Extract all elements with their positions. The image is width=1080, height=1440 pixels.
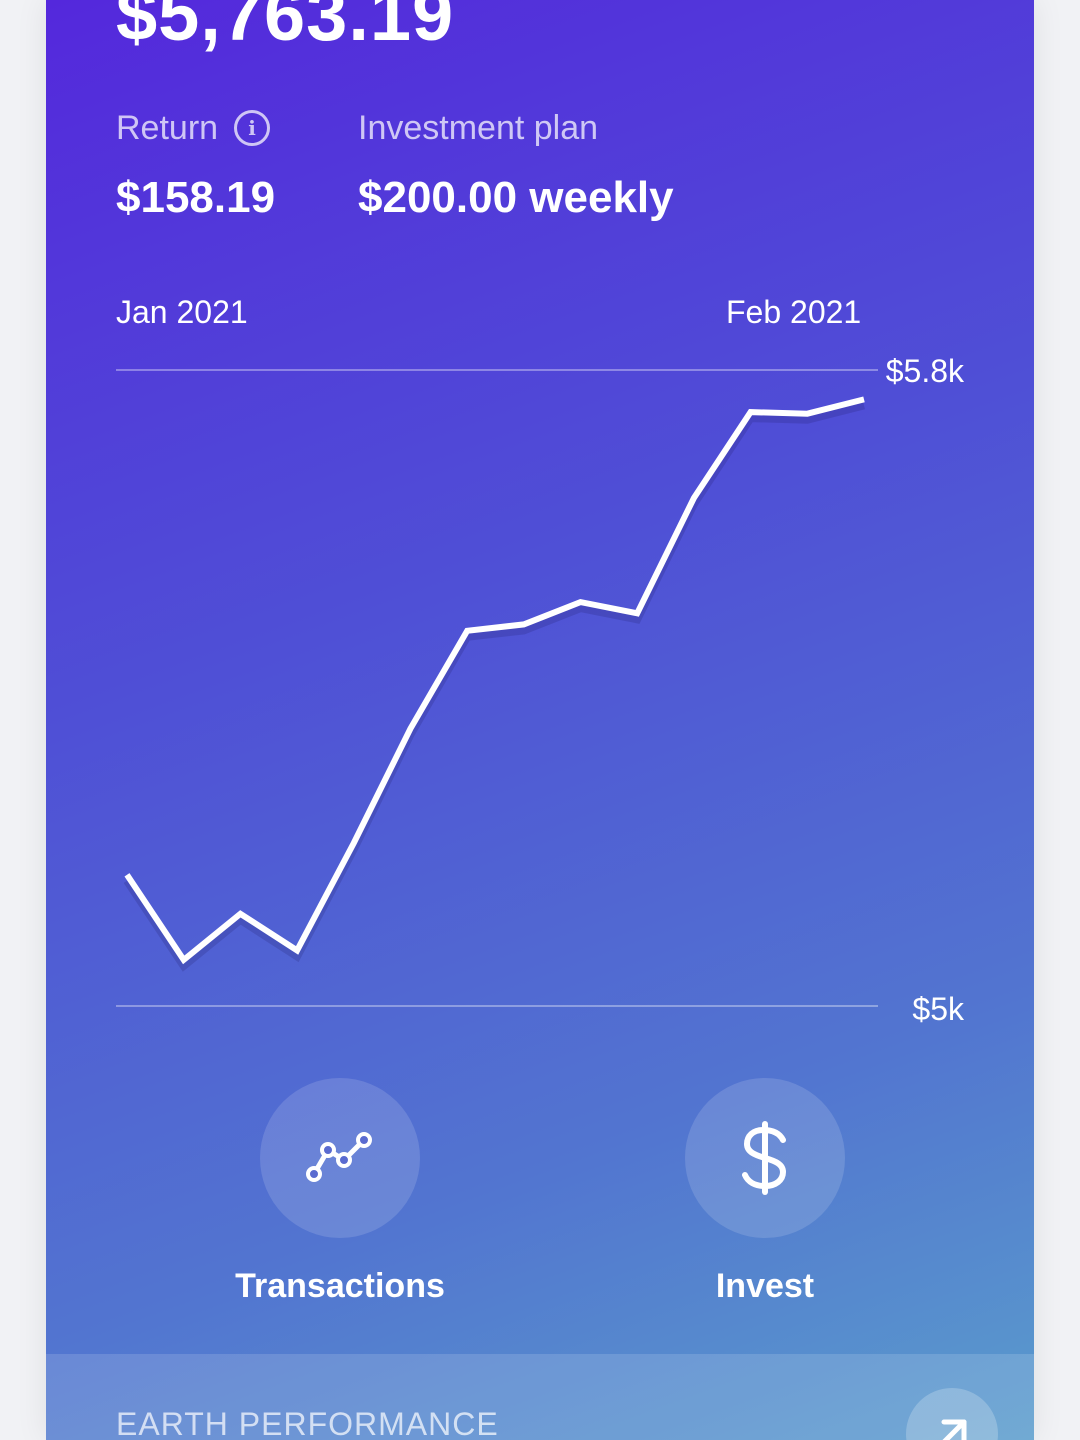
transactions-button[interactable]: Transactions — [210, 1078, 470, 1318]
transactions-icon — [306, 1132, 372, 1182]
y-tick-top: $5.8k — [886, 353, 965, 389]
open-arrow-button[interactable] — [906, 1388, 998, 1440]
portfolio-card: $5,763.19 Return i $158.19 Investment pl… — [46, 0, 1034, 1440]
arrow-up-right-icon — [941, 1419, 967, 1440]
invest-button[interactable]: Invest — [635, 1078, 895, 1318]
transactions-icon-circle — [260, 1078, 420, 1238]
balance-line-chart: $5.8k $5k — [116, 353, 965, 1027]
invest-icon-circle — [685, 1078, 845, 1238]
dollar-icon — [742, 1121, 787, 1195]
transactions-label: Transactions — [235, 1267, 445, 1305]
y-tick-bottom: $5k — [912, 991, 965, 1027]
series-line-group — [123, 396, 865, 972]
series-line-shadow — [123, 401, 865, 972]
earth-performance-panel[interactable]: EARTH PERFORMANCE — [46, 1354, 1034, 1440]
balance-series-line — [124, 396, 865, 965]
earth-performance-title: EARTH PERFORMANCE — [116, 1406, 499, 1440]
invest-label: Invest — [715, 1267, 815, 1305]
